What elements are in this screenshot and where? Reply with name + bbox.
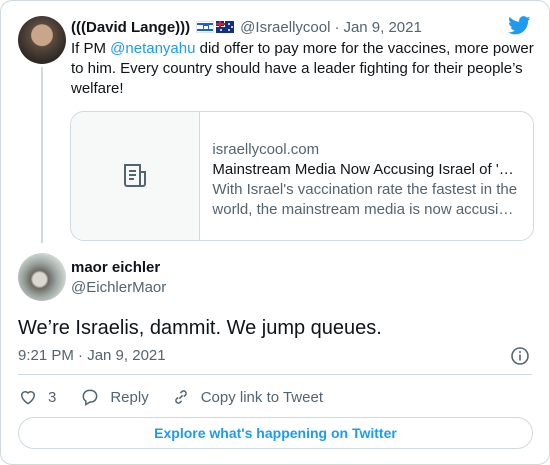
netanyahu-mention-link[interactable]: @netanyahu <box>110 40 195 57</box>
tweet-actions: 3 Reply Copy link to Tweet <box>18 387 323 407</box>
header-separator: · <box>334 18 340 36</box>
link-title: Mainstream Media Now Accusing Israel of … <box>212 161 514 178</box>
link-description-line-2: world, the mainstream media is now accus… <box>212 201 514 218</box>
link-description-line-1: With Israel's vaccination rate the faste… <box>212 181 518 198</box>
australia-flag-icon <box>216 21 235 33</box>
link-preview-card[interactable]: israellycool.com Mainstream Media Now Ac… <box>70 111 534 241</box>
copy-link-label: Copy link to Tweet <box>200 388 323 406</box>
israel-flag-icon <box>196 21 215 33</box>
info-icon[interactable] <box>510 346 530 366</box>
article-icon <box>124 164 147 187</box>
link-icon <box>174 390 187 404</box>
parent-text-start: If PM <box>71 40 111 57</box>
embedded-tweet-card: (((David Lange))) @Israellycool · Jan 9,… <box>0 0 550 465</box>
link-domain: israellycool.com <box>212 141 320 158</box>
reply-label: Reply <box>110 388 149 406</box>
divider <box>18 374 532 375</box>
like-button[interactable]: 3 <box>18 387 56 407</box>
thread-connector-line <box>41 67 43 243</box>
main-handle[interactable]: @EichlerMaor <box>71 279 166 296</box>
heart-icon <box>20 391 36 405</box>
link-description: With Israel's vaccination rate the faste… <box>212 180 521 220</box>
parent-date[interactable]: Jan 9, 2021 <box>343 19 421 36</box>
tweet-timestamp[interactable]: 9:21 PM · Jan 9, 2021 <box>18 347 166 364</box>
explore-twitter-button[interactable]: Explore what's happening on Twitter <box>18 417 533 449</box>
parent-avatar[interactable] <box>18 16 66 64</box>
main-tweet-text: We’re Israelis, dammit. We jump queues. <box>18 317 382 339</box>
reply-icon <box>82 389 98 406</box>
reply-button[interactable]: Reply <box>80 387 149 407</box>
parent-handle[interactable]: @Israellycool <box>240 19 330 36</box>
twitter-bird-icon[interactable] <box>508 16 531 35</box>
main-display-name[interactable]: maor eichler <box>71 259 160 276</box>
main-avatar[interactable] <box>18 253 66 301</box>
link-preview-body: israellycool.com Mainstream Media Now Ac… <box>200 112 533 240</box>
parent-tweet-text: If PM @netanyahu did offer to pay more f… <box>71 39 536 99</box>
like-count: 3 <box>48 388 57 406</box>
copy-link-button[interactable]: Copy link to Tweet <box>171 387 323 407</box>
parent-tweet-header: (((David Lange))) @Israellycool · Jan 9,… <box>71 17 422 37</box>
link-thumbnail <box>71 112 201 240</box>
flag-emojis <box>196 21 235 33</box>
parent-display-name[interactable]: (((David Lange))) <box>71 19 190 36</box>
